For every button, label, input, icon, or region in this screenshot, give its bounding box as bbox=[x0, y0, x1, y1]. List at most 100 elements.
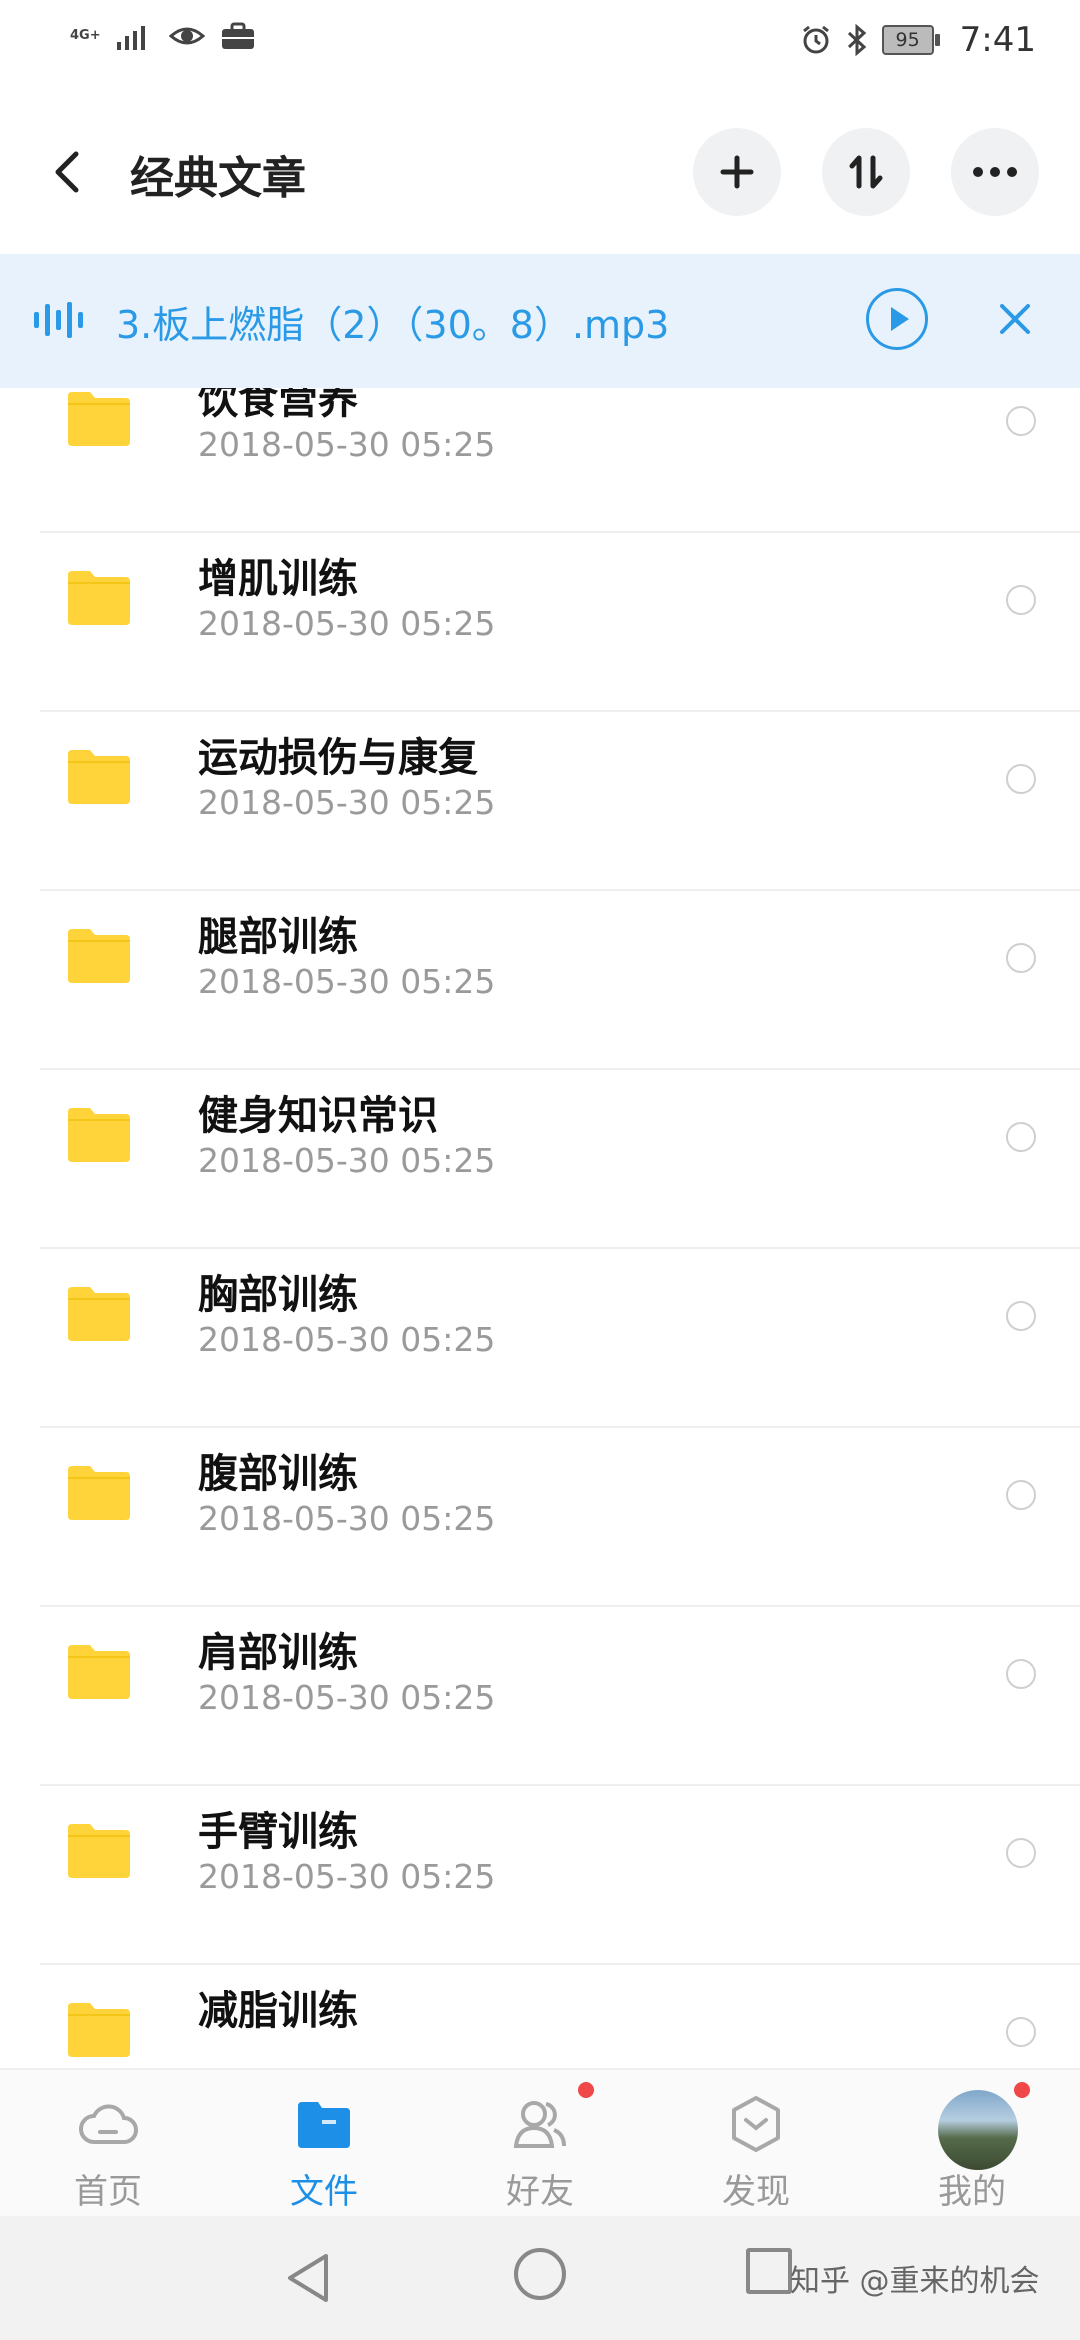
folder-date: 2018-05-30 05:25 bbox=[198, 1857, 496, 1896]
folder-name: 腿部训练 bbox=[198, 914, 358, 960]
folder-name: 手臂训练 bbox=[198, 1809, 358, 1855]
folder-icon bbox=[68, 929, 130, 983]
folder-date: 2018-05-30 05:25 bbox=[198, 783, 496, 822]
folder-date: 2018-05-30 05:25 bbox=[198, 425, 496, 464]
folder-date: 2018-05-30 05:25 bbox=[198, 1678, 496, 1717]
select-checkbox[interactable] bbox=[1006, 585, 1036, 615]
folder-icon bbox=[68, 1108, 130, 1162]
folder-name: 健身知识常识 bbox=[198, 1093, 438, 1139]
alarm-icon bbox=[802, 25, 829, 54]
sort-icon bbox=[849, 155, 883, 189]
tab-me[interactable]: 我的 bbox=[864, 2070, 1080, 2216]
file-list: 饮食营养 2018-05-30 05:25 增肌训练 2018-05-30 05:25… bbox=[0, 388, 1080, 2068]
folder-icon bbox=[68, 750, 130, 804]
folder-row[interactable]: 运动损伤与康复 2018-05-30 05:25 bbox=[0, 712, 1080, 891]
folder-date: 2018-05-30 05:25 bbox=[198, 1141, 496, 1180]
folder-icon bbox=[68, 2003, 130, 2057]
eye-icon bbox=[168, 27, 205, 45]
notification-dot bbox=[578, 2082, 594, 2098]
plus-icon bbox=[720, 155, 754, 189]
header: 经典文章 bbox=[0, 90, 1080, 254]
page-title: 经典文章 bbox=[130, 153, 306, 204]
bluetooth-icon bbox=[847, 24, 866, 56]
folder-name: 胸部训练 bbox=[198, 1272, 358, 1318]
folder-icon bbox=[68, 1824, 130, 1878]
folder-date: 2018-05-30 05:25 bbox=[198, 604, 496, 643]
folder-icon bbox=[68, 392, 130, 446]
select-checkbox[interactable] bbox=[1006, 1122, 1036, 1152]
play-button[interactable] bbox=[866, 288, 928, 350]
folder-date: 2018-05-30 05:25 bbox=[198, 1499, 496, 1538]
select-checkbox[interactable] bbox=[1006, 1659, 1036, 1689]
folder-icon bbox=[68, 1287, 130, 1341]
folder-name: 增肌训练 bbox=[198, 556, 358, 602]
tab-label: 我的 bbox=[938, 2172, 1006, 2212]
folder-row[interactable]: 腹部训练 2018-05-30 05:25 bbox=[0, 1428, 1080, 1607]
folder-row[interactable]: 腿部训练 2018-05-30 05:25 bbox=[0, 891, 1080, 1070]
watermark: 知乎 @重来的机会 bbox=[790, 2264, 1040, 2299]
folder-icon bbox=[298, 2102, 350, 2148]
status-right: 95 7:41 bbox=[800, 20, 1036, 60]
close-player-button[interactable] bbox=[990, 294, 1040, 344]
more-icon bbox=[973, 167, 1017, 177]
select-checkbox[interactable] bbox=[1006, 943, 1036, 973]
folder-icon bbox=[68, 1466, 130, 1520]
select-checkbox[interactable] bbox=[1006, 1480, 1036, 1510]
folder-row[interactable]: 饮食营养 2018-05-30 05:25 bbox=[0, 388, 1080, 533]
briefcase-icon bbox=[221, 22, 254, 49]
back-button[interactable] bbox=[44, 146, 96, 198]
tab-bar: 首页 文件 好友 发现 我的 bbox=[0, 2068, 1080, 2216]
folder-name: 腹部训练 bbox=[198, 1451, 358, 1497]
folder-name: 减脂训练 bbox=[198, 1988, 358, 2034]
tab-home[interactable]: 首页 bbox=[0, 2070, 216, 2216]
sort-button[interactable] bbox=[822, 128, 910, 216]
select-checkbox[interactable] bbox=[1006, 2017, 1036, 2047]
now-playing-bar[interactable]: 3.板上燃脂（2）（30。8）.mp3 bbox=[0, 254, 1080, 388]
folder-row[interactable]: 手臂训练 2018-05-30 05:25 bbox=[0, 1786, 1080, 1965]
battery-indicator: 95 bbox=[881, 25, 940, 55]
folder-icon bbox=[68, 1645, 130, 1699]
select-checkbox[interactable] bbox=[1006, 764, 1036, 794]
nav-home-button[interactable] bbox=[514, 2248, 566, 2300]
select-checkbox[interactable] bbox=[1006, 1301, 1036, 1331]
track-title: 3.板上燃脂（2）（30。8）.mp3 bbox=[116, 303, 670, 347]
nav-back-icon[interactable] bbox=[282, 2250, 336, 2306]
folder-row[interactable]: 肩部训练 2018-05-30 05:25 bbox=[0, 1607, 1080, 1786]
tab-label: 首页 bbox=[74, 2172, 142, 2212]
discover-icon bbox=[732, 2096, 780, 2152]
network-indicator: 4G+ bbox=[70, 28, 101, 43]
clock: 7:41 bbox=[959, 20, 1036, 60]
tab-discover[interactable]: 发现 bbox=[648, 2070, 864, 2216]
folder-date: 2018-05-30 05:25 bbox=[198, 962, 496, 1001]
more-button[interactable] bbox=[951, 128, 1039, 216]
close-icon bbox=[1000, 304, 1030, 334]
status-bar: 4G+ 95 7:41 bbox=[0, 0, 1080, 90]
folder-date: 2018-05-30 05:25 bbox=[198, 1320, 496, 1359]
status-left: 4G+ bbox=[70, 22, 255, 50]
select-checkbox[interactable] bbox=[1006, 1838, 1036, 1868]
tab-label: 发现 bbox=[722, 2172, 790, 2212]
folder-icon bbox=[68, 571, 130, 625]
folder-row[interactable]: 胸部训练 2018-05-30 05:25 bbox=[0, 1249, 1080, 1428]
folder-row[interactable]: 减脂训练 bbox=[0, 1965, 1080, 2068]
folder-name: 运动损伤与康复 bbox=[198, 735, 478, 781]
nav-recent-button[interactable] bbox=[746, 2248, 792, 2294]
folder-row[interactable]: 健身知识常识 2018-05-30 05:25 bbox=[0, 1070, 1080, 1249]
cloud-icon bbox=[79, 2104, 138, 2144]
tab-label: 好友 bbox=[506, 2172, 574, 2212]
tab-files[interactable]: 文件 bbox=[216, 2070, 432, 2216]
chevron-left-icon bbox=[55, 151, 79, 193]
add-button[interactable] bbox=[693, 128, 781, 216]
avatar bbox=[938, 2090, 1018, 2170]
audio-wave-icon bbox=[34, 302, 83, 338]
folder-row[interactable]: 增肌训练 2018-05-30 05:25 bbox=[0, 533, 1080, 712]
notification-dot bbox=[1014, 2082, 1030, 2098]
system-navigation-bar: 知乎 @重来的机会 bbox=[0, 2216, 1080, 2340]
folder-name: 肩部训练 bbox=[198, 1630, 358, 1676]
select-checkbox[interactable] bbox=[1006, 406, 1036, 436]
play-icon bbox=[891, 307, 909, 331]
tab-friends[interactable]: 好友 bbox=[432, 2070, 648, 2216]
tab-label: 文件 bbox=[290, 2172, 358, 2212]
friends-icon bbox=[513, 2101, 566, 2148]
signal-icon bbox=[116, 26, 145, 50]
